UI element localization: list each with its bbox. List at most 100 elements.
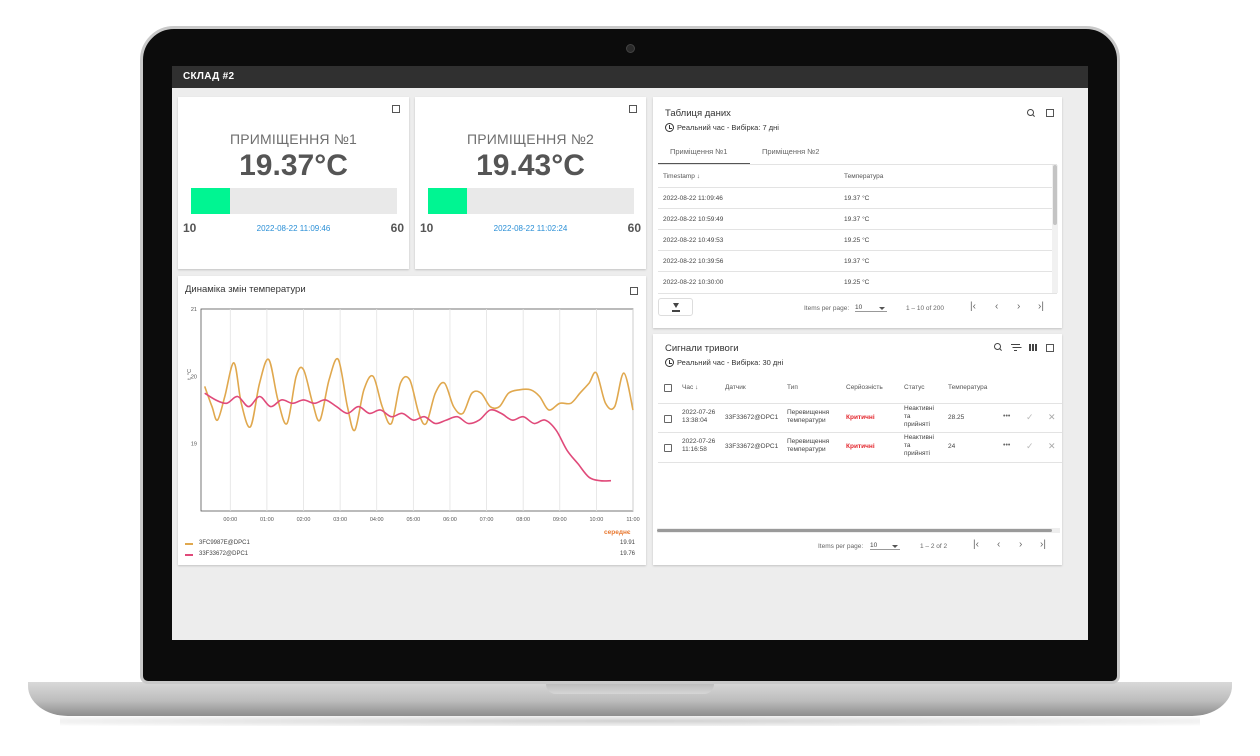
table-cell-timestamp: 2022-08-22 10:49:53 [663,237,724,244]
alarm-temperature: 28.25 [948,414,965,421]
alarm-sensor: 33F33672@DPC1 [725,443,779,450]
tab-room-2[interactable]: Приміщення №2 [762,147,819,156]
clock-icon [665,358,674,367]
row-divider [658,208,1052,209]
more-icon[interactable]: ••• [1003,413,1010,420]
clear-icon[interactable]: ✕ [1048,412,1056,423]
download-button[interactable] [658,298,693,316]
column-header-severity[interactable]: Серйозність [846,384,883,391]
gauge-bar [428,188,634,214]
gauge-bar-fill [191,188,231,214]
gauge-value: 19.37°C [239,149,348,182]
alarm-time: 2022-07-26 13:38:04 [682,409,716,424]
gauge-card-room-2: ПРИМІЩЕННЯ №2 19.43°C 10 60 2022-08-22 1… [415,97,646,269]
search-icon[interactable] [1027,109,1035,117]
fullscreen-icon[interactable] [629,105,637,113]
alarm-status: Неактивні та прийняті [904,405,934,428]
search-icon[interactable] [994,343,1002,351]
fullscreen-icon[interactable] [1046,344,1054,352]
gauge-card-room-1: ПРИМІЩЕННЯ №1 19.37°C 10 60 2022-08-22 1… [178,97,409,269]
acknowledge-icon[interactable]: ✓ [1026,441,1034,452]
row-checkbox[interactable] [664,415,672,423]
next-page-button[interactable]: › [1017,301,1020,312]
column-header-sensor[interactable]: Датчик [725,384,746,391]
row-divider [658,271,1052,272]
row-divider [658,403,1062,404]
data-table-title: Таблиця даних [665,108,731,119]
gauge-bar-fill [428,188,468,214]
table-cell-temperature: 19.37 °C [844,216,870,223]
columns-icon[interactable] [1029,344,1037,351]
alarm-temperature: 24 [948,443,956,450]
gauge-title: ПРИМІЩЕННЯ №1 [229,131,358,147]
table-cell-temperature: 19.25 °C [844,279,870,286]
select-all-checkbox[interactable] [664,384,672,392]
tab-room-1[interactable]: Приміщення №1 [670,147,727,156]
download-icon [672,303,680,312]
table-cell-timestamp: 2022-08-22 10:59:49 [663,216,724,223]
legend-series-name[interactable]: 33F33672@DPC1 [199,551,248,557]
table-cell-timestamp: 2022-08-22 10:39:56 [663,258,724,265]
column-header-temperature[interactable]: Температура [844,173,883,180]
gauge-bar [191,188,397,214]
table-cell-temperature: 19.37 °C [844,258,870,265]
clock-icon [665,123,674,132]
previous-page-button[interactable]: ‹ [997,539,1000,550]
top-bar: СКЛАД #2 [172,66,1088,88]
last-page-button[interactable]: ›| [1038,301,1044,312]
previous-page-button[interactable]: ‹ [995,301,998,312]
fullscreen-icon[interactable] [392,105,400,113]
chart-title: Динаміка змін температури [185,284,306,295]
items-per-page-label: Items per page: [804,305,850,312]
x-tick-label: 11:00 [626,517,639,523]
clear-icon[interactable]: ✕ [1048,441,1056,452]
filter-icon[interactable] [1011,344,1020,352]
last-page-button[interactable]: ›| [1040,539,1046,550]
column-header-temperature[interactable]: Температура [948,384,987,391]
table-cell-timestamp: 2022-08-22 11:09:46 [663,195,723,202]
y-axis-label: t, °C [187,369,193,380]
horizontal-scrollbar[interactable] [657,529,1052,532]
first-page-button[interactable]: |‹ [973,539,979,550]
acknowledge-icon[interactable]: ✓ [1026,412,1034,423]
legend-series-avg: 19.76 [620,551,636,557]
fullscreen-icon[interactable] [630,287,638,295]
data-table-card: Таблиця даних Реальний час - Вибірка: 7 … [653,97,1062,328]
row-divider [658,462,1062,463]
x-tick-label: 07:00 [480,517,494,523]
row-checkbox[interactable] [664,444,672,452]
gauge-value: 19.43°C [476,149,585,182]
legend-series-name[interactable]: 3FC9987E@DPC1 [199,540,250,546]
dashboard-title: СКЛАД #2 [183,71,235,82]
items-per-page-label: Items per page: [818,543,864,550]
alarms-subtitle: Реальний час - Вибірка: 30 дні [665,358,783,367]
alarms-card: Сигнали тривоги Реальний час - Вибірка: … [653,334,1062,565]
alarm-sensor: 33F33672@DPC1 [725,414,779,421]
chevron-down-icon [879,307,885,310]
alarm-severity: Критичні [846,414,875,421]
x-tick-label: 10:00 [590,517,604,523]
column-header-time[interactable]: Час ↓ [682,384,698,391]
row-divider [658,229,1052,230]
alarm-type: Перевищення температури [787,409,830,424]
more-icon[interactable]: ••• [1003,442,1010,449]
column-header-status[interactable]: Статус [904,384,925,391]
alarm-severity: Критичні [846,443,875,450]
legend-series-avg: 19.91 [620,540,636,546]
x-tick-label: 03:00 [333,517,347,523]
x-tick-label: 08:00 [516,517,530,523]
column-header-timestamp[interactable]: Timestamp ↓ [663,173,700,180]
chevron-down-icon [892,545,898,548]
table-cell-temperature: 19.37 °C [844,195,870,202]
column-header-type[interactable]: Тип [787,384,798,391]
fullscreen-icon[interactable] [1046,109,1054,117]
first-page-button[interactable]: |‹ [970,301,976,312]
gauge-timestamp: 2022-08-22 11:09:46 [256,224,331,233]
gauge-title: ПРИМІЩЕННЯ №2 [466,131,595,147]
gauge-timestamp: 2022-08-22 11:02:24 [493,224,568,233]
table-cell-temperature: 19.25 °C [844,237,870,244]
legend-swatch [185,554,193,556]
table-scrollbar[interactable] [1053,165,1057,225]
table-footer-divider [658,293,1057,294]
next-page-button[interactable]: › [1019,539,1022,550]
